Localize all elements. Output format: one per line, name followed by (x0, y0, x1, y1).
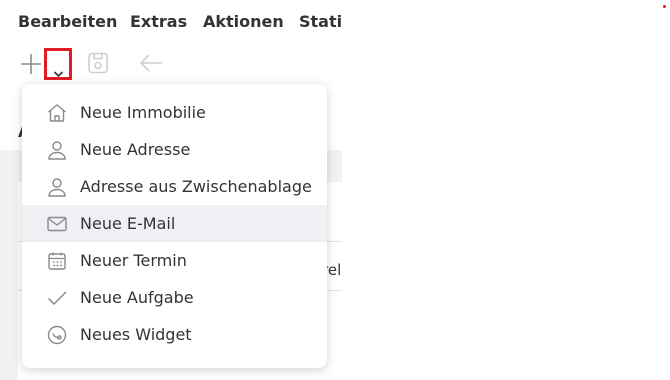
menu-item-neue-email[interactable]: Neue E-Mail (22, 205, 327, 242)
arrow-left-icon[interactable] (138, 51, 164, 75)
menu-bar: Bearbeiten Extras Aktionen Statis (0, 0, 342, 44)
menu-item-label: Neuer Termin (80, 251, 187, 270)
menu-item-label: Neue Adresse (80, 140, 191, 159)
person-icon (46, 139, 68, 161)
house-icon (46, 102, 68, 124)
menu-bearbeiten[interactable]: Bearbeiten (18, 12, 117, 31)
chevron-down-icon (53, 63, 64, 82)
menu-item-neue-immobilie[interactable]: Neue Immobilie (22, 94, 327, 131)
checkmark-icon (46, 287, 68, 309)
menu-item-label: Neue E-Mail (80, 214, 176, 233)
widget-icon (46, 324, 68, 346)
menu-item-neues-widget[interactable]: Neues Widget (22, 316, 327, 353)
menu-item-label: Neues Widget (80, 325, 192, 344)
menu-aktionen[interactable]: Aktionen (203, 12, 284, 31)
envelope-icon (46, 213, 68, 235)
menu-extras[interactable]: Extras (130, 12, 187, 31)
app-window: Bearbeiten Extras Aktionen Statis A rel (0, 0, 342, 380)
indicator-dot (663, 5, 666, 8)
plus-icon[interactable] (19, 52, 43, 76)
menu-item-neue-adresse[interactable]: Neue Adresse (22, 131, 327, 168)
menu-statistik[interactable]: Statis (299, 12, 342, 31)
calendar-icon (46, 250, 68, 272)
new-item-dropdown-menu: Neue Immobilie Neue Adresse Adresse aus … (22, 84, 327, 368)
menu-item-neue-aufgabe[interactable]: Neue Aufgabe (22, 279, 327, 316)
menu-item-label: Neue Immobilie (80, 103, 206, 122)
menu-item-adresse-aus-zwischenablage[interactable]: Adresse aus Zwischenablage (22, 168, 327, 205)
new-dropdown-toggle[interactable] (44, 48, 72, 80)
menu-item-neuer-termin[interactable]: Neuer Termin (22, 242, 327, 279)
menu-item-label: Neue Aufgabe (80, 288, 194, 307)
person-icon (46, 176, 68, 198)
save-icon[interactable] (86, 51, 110, 75)
menu-item-label: Adresse aus Zwischenablage (80, 177, 312, 196)
